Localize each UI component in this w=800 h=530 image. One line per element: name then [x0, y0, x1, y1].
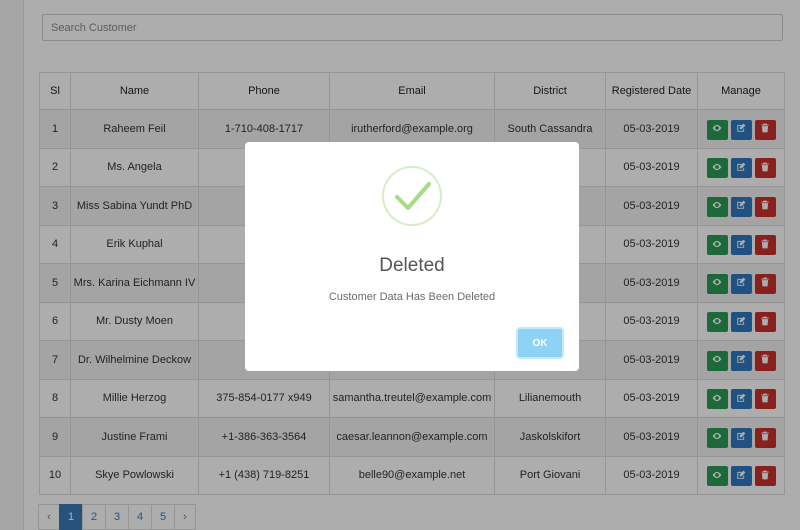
delete-confirmation-dialog: Deleted Customer Data Has Been Deleted O…: [245, 142, 579, 371]
dialog-title: Deleted: [379, 255, 445, 276]
dialog-message: Customer Data Has Been Deleted: [328, 291, 496, 303]
ok-button[interactable]: OK: [516, 327, 564, 359]
success-check-icon: [382, 166, 442, 226]
